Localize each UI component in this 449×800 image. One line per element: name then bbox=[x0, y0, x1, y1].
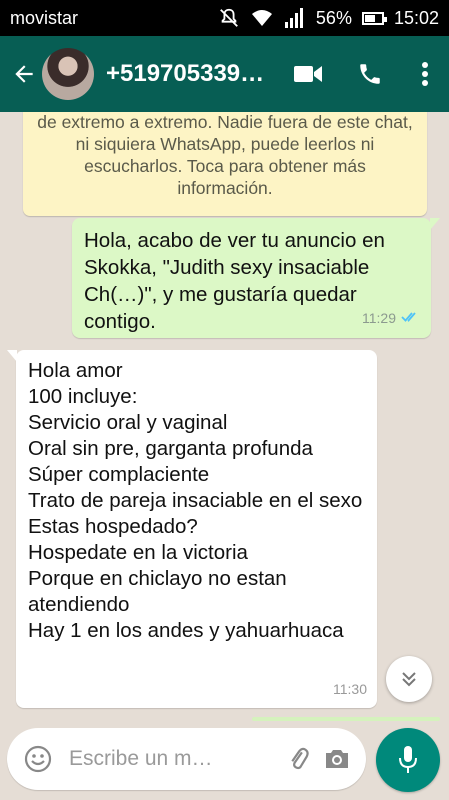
next-message-edge bbox=[252, 717, 440, 721]
wifi-icon bbox=[250, 8, 274, 28]
message-meta: 11:29 bbox=[362, 305, 421, 332]
mic-icon bbox=[399, 746, 417, 773]
clock: 15:02 bbox=[393, 7, 439, 28]
avatar[interactable] bbox=[42, 48, 94, 100]
notifications-off-icon bbox=[218, 7, 240, 29]
incoming-message[interactable]: Hola amor 100 incluye: Servicio oral y v… bbox=[7, 350, 377, 708]
encryption-notice[interactable]: de extremo a extremo. Nadie fuera de est… bbox=[23, 112, 427, 216]
carrier-name: movistar bbox=[10, 7, 79, 28]
chat-header: +519705339… bbox=[0, 36, 449, 112]
battery-level-fill bbox=[364, 14, 376, 22]
video-call-icon[interactable] bbox=[277, 44, 339, 104]
message-time: 11:29 bbox=[362, 310, 396, 326]
read-receipt-icon bbox=[401, 305, 421, 332]
composer bbox=[0, 724, 449, 800]
arrow-back-icon[interactable] bbox=[8, 54, 40, 94]
double-chevron-down-icon bbox=[402, 672, 416, 687]
message-input-box bbox=[7, 728, 366, 790]
message-input[interactable] bbox=[69, 747, 280, 771]
scroll-to-bottom-button[interactable] bbox=[386, 656, 432, 702]
contact-name[interactable]: +519705339… bbox=[106, 60, 277, 88]
mic-button[interactable] bbox=[376, 728, 440, 792]
signal-icon bbox=[284, 8, 306, 28]
camera-icon[interactable] bbox=[318, 740, 356, 778]
chat-area[interactable]: de extremo a extremo. Nadie fuera de est… bbox=[0, 112, 449, 724]
status-bar: movistar 56% 15:02 bbox=[0, 0, 449, 36]
message-meta: 11:30 bbox=[333, 676, 367, 702]
message-text: Hola amor 100 incluye: Servicio oral y v… bbox=[28, 359, 363, 642]
message-time: 11:30 bbox=[333, 681, 367, 697]
emoji-icon[interactable] bbox=[19, 740, 57, 778]
outgoing-message[interactable]: Hola, acabo de ver tu anuncio en Skokka,… bbox=[72, 218, 440, 338]
battery-icon bbox=[361, 11, 387, 25]
phone-icon[interactable] bbox=[339, 44, 401, 104]
attach-icon[interactable] bbox=[280, 740, 318, 778]
more-vert-icon[interactable] bbox=[401, 44, 449, 104]
battery-percent: 56% bbox=[315, 7, 352, 28]
